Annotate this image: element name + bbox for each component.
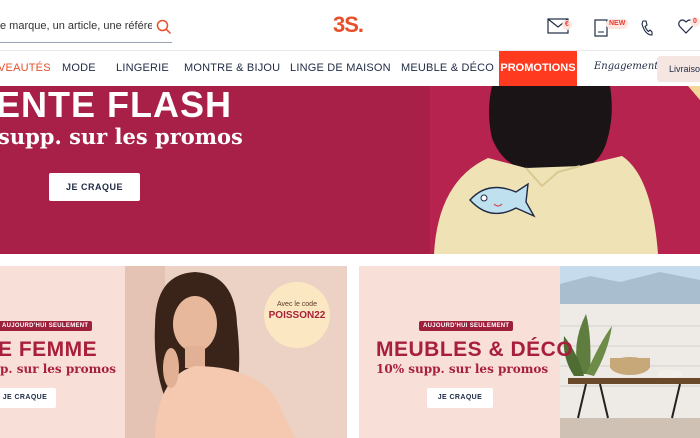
furniture-photo (560, 266, 700, 438)
today-only-badge: AUJOURD'HUI SEULEMENT (419, 321, 514, 331)
hero-model-image (434, 86, 700, 254)
nav-item-linge-de-maison[interactable]: LINGE DE MAISON (290, 51, 391, 87)
card-title: E FEMME (0, 338, 98, 361)
promo-code-label: Avec le code (277, 301, 317, 308)
promo-card-meubles-deco[interactable]: AUJOURD'HUI SEULEMENT MEUBLES & DÉCO 10%… (359, 266, 700, 438)
nav-item-promotions[interactable]: PROMOTIONS (499, 51, 577, 86)
nav-item-meuble-deco[interactable]: MEUBLE & DÉCO (401, 51, 494, 87)
wishlist-badge: 0 (690, 17, 700, 27)
today-only-badge: AUJOURD'HUI SEULEMENT (0, 321, 93, 331)
mail-badge: € (562, 20, 572, 30)
nav-item-lingerie[interactable]: LINGERIE (116, 51, 169, 87)
phone-icon[interactable] (641, 20, 653, 36)
card-subtitle: 10% supp. sur les promos (376, 362, 549, 376)
nav-item-montre-bijou[interactable]: MONTRE & BIJOU (184, 51, 280, 87)
hero-title: ENTE FLASH (0, 86, 233, 125)
hero-cta-button[interactable]: JE CRAQUE (49, 173, 140, 201)
card-subtitle: p. sur les promos (0, 362, 117, 376)
search-icon[interactable] (156, 19, 172, 35)
promo-code: POISSON22 (268, 310, 326, 321)
site-header: e marque, un article, une référence 3S. … (0, 0, 700, 50)
hero-banner[interactable]: ENTE FLASH supp. sur les promos JE CRAQU… (0, 86, 700, 254)
hero-subtitle: supp. sur les promos (0, 124, 243, 149)
nav-item-nouveautes[interactable]: VEAUTÉS (0, 51, 51, 87)
search-input[interactable]: e marque, un article, une référence (0, 20, 152, 32)
main-nav: VEAUTÉS MODE LINGERIE MONTRE & BIJOU LIN… (0, 50, 700, 86)
card-cta-button[interactable]: JE CRAQUE (427, 388, 493, 408)
delivery-button[interactable]: Livraison (657, 56, 700, 82)
promo-card-femme[interactable]: Avec le code POISSON22 AUJOURD'HUI SEULE… (0, 266, 347, 438)
nav-item-engagements[interactable]: Engagements (594, 61, 663, 72)
search-bar[interactable]: e marque, un article, une référence (0, 19, 172, 43)
promo-code-badge: Avec le code POISSON22 (264, 282, 330, 348)
new-badge: NEW (606, 19, 629, 29)
nav-item-mode[interactable]: MODE (62, 51, 96, 87)
site-logo[interactable]: 3S. (333, 12, 364, 38)
card-title: MEUBLES & DÉCO (376, 338, 574, 361)
card-cta-button[interactable]: JE CRAQUE (0, 388, 56, 408)
